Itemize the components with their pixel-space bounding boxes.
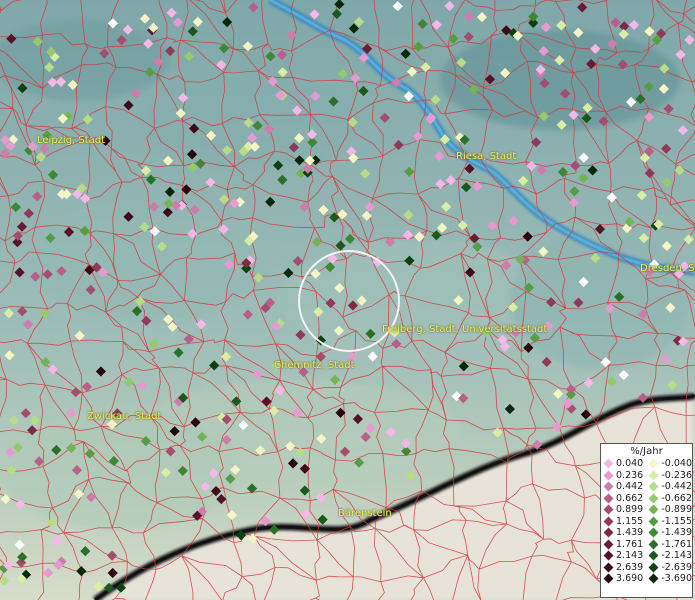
legend-entry-positive: 0.236 <box>601 470 646 482</box>
legend-swatch <box>603 527 614 538</box>
legend-value: 0.442 <box>616 481 644 492</box>
legend-swatch <box>648 458 659 469</box>
legend-entry-negative: -0.899 <box>646 504 692 516</box>
legend-row: 3.690 -3.690 <box>601 573 692 585</box>
legend-entry-positive: 1.439 <box>601 527 646 539</box>
legend-swatch <box>603 516 614 527</box>
legend-rows: 0.040 -0.040 0.236 -0.236 0.442 -0.442 0.662 -0… <box>601 458 692 585</box>
legend-swatch <box>648 550 659 561</box>
legend-value: 1.439 <box>616 527 644 538</box>
legend: %/Jahr 0.040 -0.040 0.236 -0.236 0.442 -0.442… <box>600 443 693 598</box>
legend-swatch <box>603 550 614 561</box>
legend-swatch <box>603 562 614 573</box>
legend-row: 0.040 -0.040 <box>601 458 692 470</box>
legend-entry-negative: -1.439 <box>646 527 692 539</box>
city-label-leipzig: Leipzig, Stadt <box>37 135 106 146</box>
legend-value: 0.899 <box>616 504 644 515</box>
legend-row: 0.662 -0.662 <box>601 493 692 505</box>
legend-swatch <box>648 539 659 550</box>
legend-swatch <box>603 493 614 504</box>
legend-entry-positive: 2.143 <box>601 550 646 562</box>
legend-value: -1.155 <box>661 515 692 527</box>
legend-swatch <box>603 573 614 584</box>
legend-entry-negative: -0.662 <box>646 493 692 505</box>
legend-value: -2.639 <box>661 561 692 573</box>
legend-entry-positive: 0.662 <box>601 493 646 505</box>
legend-entry-positive: 2.639 <box>601 562 646 574</box>
legend-entry-negative: -0.040 <box>646 458 692 470</box>
legend-swatch <box>648 516 659 527</box>
legend-entry-negative: -2.143 <box>646 550 692 562</box>
legend-value: -2.143 <box>661 550 692 561</box>
city-label-riesa: Riesa, Stadt <box>456 151 517 162</box>
legend-value: 1.155 <box>616 515 644 527</box>
legend-row: 0.442 -0.442 <box>601 481 692 493</box>
legend-value: -1.761 <box>661 538 692 550</box>
legend-entry-positive: 1.155 <box>601 516 646 528</box>
legend-entry-negative: -1.761 <box>646 539 692 551</box>
legend-swatch <box>648 573 659 584</box>
legend-entry-negative: -0.442 <box>646 481 692 493</box>
legend-entry-positive: 1.761 <box>601 539 646 551</box>
legend-value: 0.040 <box>616 458 644 469</box>
legend-entry-negative: -2.639 <box>646 562 692 574</box>
legend-row: 1.155 -1.155 <box>601 516 692 528</box>
legend-swatch <box>648 504 659 515</box>
legend-swatch <box>648 493 659 504</box>
legend-swatch <box>648 481 659 492</box>
legend-entry-negative: -3.690 <box>646 573 692 585</box>
legend-value: 2.143 <box>616 550 644 561</box>
legend-row: 2.639 -2.639 <box>601 562 692 574</box>
legend-row: 0.899 -0.899 <box>601 504 692 516</box>
legend-swatch <box>648 562 659 573</box>
legend-title: %/Jahr <box>630 446 663 457</box>
legend-value: -0.662 <box>661 492 692 504</box>
legend-value: -0.442 <box>661 481 692 492</box>
legend-entry-negative: -0.236 <box>646 470 692 482</box>
legend-swatch <box>603 458 614 469</box>
legend-entry-positive: 0.040 <box>601 458 646 470</box>
city-label-baerenstein: Bärenstein <box>338 508 392 519</box>
legend-entry-positive: 0.442 <box>601 481 646 493</box>
legend-swatch <box>648 470 659 481</box>
legend-value: -3.690 <box>661 573 692 584</box>
legend-swatch <box>603 504 614 515</box>
legend-value: 2.639 <box>616 561 644 573</box>
legend-value: -0.899 <box>661 504 692 515</box>
legend-swatch <box>603 539 614 550</box>
legend-row: 1.761 -1.761 <box>601 539 692 551</box>
legend-entry-positive: 3.690 <box>601 573 646 585</box>
legend-value: -0.040 <box>661 458 692 469</box>
city-label-chemnitz: Chemnitz, Stadt <box>274 360 355 371</box>
legend-value: -0.236 <box>661 469 692 481</box>
legend-value: 1.761 <box>616 538 644 550</box>
legend-entry-positive: 0.899 <box>601 504 646 516</box>
legend-swatch <box>603 481 614 492</box>
legend-value: 0.662 <box>616 492 644 504</box>
legend-entry-negative: -1.155 <box>646 516 692 528</box>
legend-value: 3.690 <box>616 573 644 584</box>
legend-row: 2.143 -2.143 <box>601 550 692 562</box>
city-label-dresden: Dresden, St <box>640 263 695 274</box>
legend-swatch <box>648 527 659 538</box>
legend-swatch <box>603 470 614 481</box>
city-label-zwickau: Zwickau, Stadt <box>87 411 162 422</box>
legend-value: 0.236 <box>616 469 644 481</box>
legend-value: -1.439 <box>661 527 692 538</box>
city-label-freiberg: Freiberg, Stadt, Universitätsstadt <box>382 324 548 335</box>
legend-row: 0.236 -0.236 <box>601 470 692 482</box>
legend-row: 1.439 -1.439 <box>601 527 692 539</box>
